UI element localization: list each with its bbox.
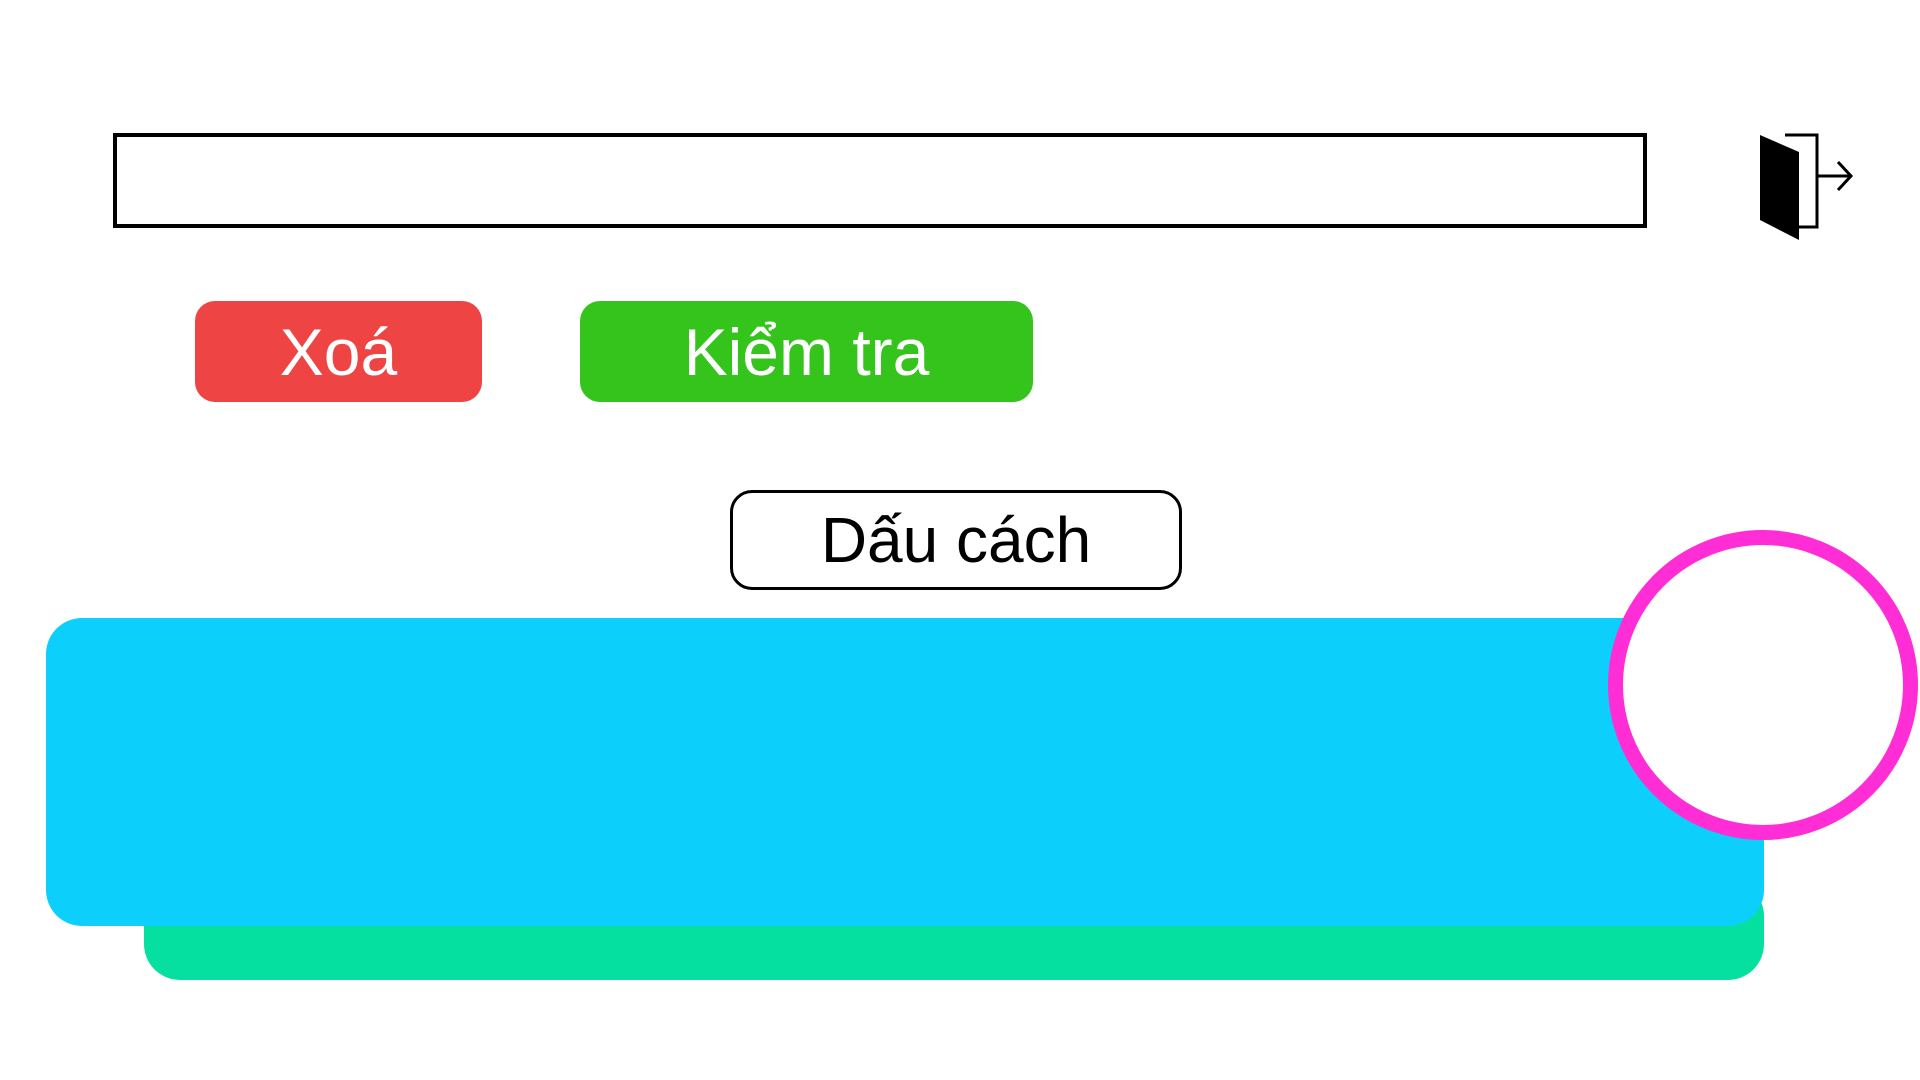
answer-input[interactable] (113, 133, 1647, 228)
space-button[interactable]: Dấu cách (730, 490, 1182, 590)
exit-door-icon (1760, 133, 1854, 240)
check-button[interactable]: Kiểm tra (580, 301, 1033, 402)
keyboard-panel (46, 618, 1764, 926)
delete-button[interactable]: Xoá (195, 301, 482, 402)
exit-button[interactable] (1755, 130, 1855, 240)
record-circle-button[interactable] (1608, 530, 1918, 840)
